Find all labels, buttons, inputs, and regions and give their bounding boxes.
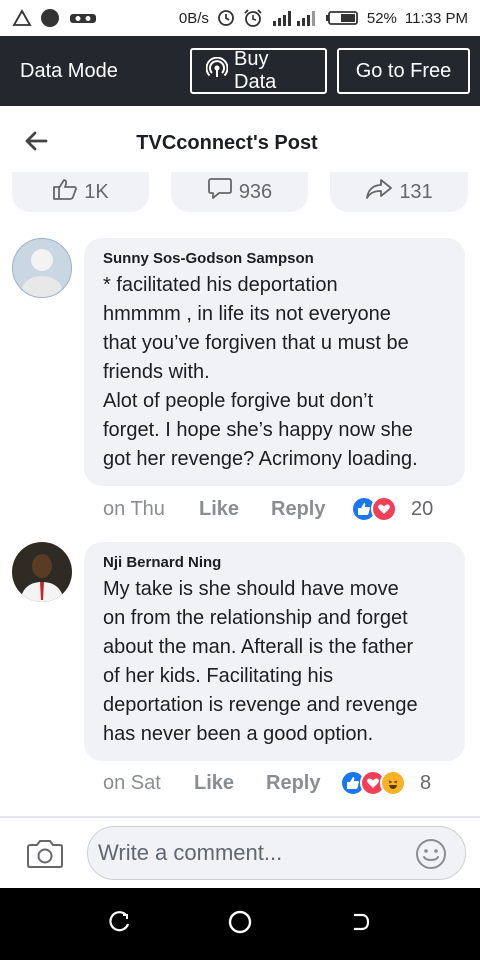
data-saver-icon [217, 9, 235, 27]
home-button[interactable] [220, 904, 260, 944]
battery-icon [325, 10, 359, 26]
like-button[interactable]: Like [199, 498, 271, 521]
page-title: TVCconnect's Post [136, 132, 318, 154]
comment-time[interactable]: on Sat [103, 772, 194, 795]
comment-input[interactable]: Write a comment... [87, 826, 466, 880]
camera-button[interactable] [26, 838, 64, 870]
recent-apps-icon [108, 910, 132, 939]
back-nav-button[interactable] [340, 904, 380, 944]
comment-actions: on Thu Like Reply 20 [103, 494, 433, 524]
go-to-free-button[interactable]: Go to Free [337, 48, 470, 94]
alarm-icon [243, 8, 263, 28]
recent-apps-button[interactable] [100, 904, 140, 944]
network-speed: 0B/s [178, 9, 209, 27]
post-stats: 1K 936 131 [0, 172, 480, 214]
battery-percent: 52% [366, 9, 397, 27]
smiley-icon [415, 839, 447, 874]
buy-data-button[interactable]: Buy Data [190, 48, 327, 94]
home-circle-icon [227, 909, 253, 940]
camera-icon [26, 840, 64, 874]
back-nav-icon [348, 910, 372, 939]
comment-text: My take is she should have move on from … [103, 578, 418, 745]
warning-icon [12, 9, 32, 27]
comment-composer: Write a comment... [0, 818, 480, 888]
broadcast-icon [205, 56, 229, 85]
system-nav-bar [0, 888, 480, 960]
reactions-summary[interactable] [351, 496, 397, 522]
comment-author[interactable]: Sunny Sos-Godson Sampson [103, 250, 449, 267]
haha-reaction-icon [380, 770, 406, 796]
comment-bubble: Nji Bernard Ning My take is she should h… [84, 542, 465, 761]
buy-data-label: Buy Data [234, 48, 277, 93]
reaction-count: 20 [411, 497, 434, 520]
comment-author[interactable]: Nji Bernard Ning [103, 554, 449, 571]
comment-bubble-icon [207, 177, 233, 207]
love-reaction-icon [371, 496, 397, 522]
app-notification-icon [40, 8, 60, 28]
post-header: TVCconnect's Post [0, 106, 480, 180]
clock: 11:33 PM [404, 9, 468, 27]
go-to-free-label: Go to Free [355, 59, 452, 82]
comments-count: 936 [238, 180, 273, 203]
vr-headset-icon [68, 10, 98, 26]
status-bar: 0B/s 52% 11:33 PM [0, 0, 480, 36]
data-mode-bar: Data Mode Buy Data Go to Free [0, 36, 480, 106]
reply-button[interactable]: Reply [271, 498, 351, 521]
signal-strength-icon [271, 9, 317, 27]
share-arrow-icon [365, 178, 393, 206]
like-button[interactable]: Like [194, 772, 266, 795]
likes-count: 1K [84, 180, 109, 203]
shares-stat[interactable]: 131 [330, 172, 468, 212]
shares-count: 131 [399, 180, 433, 203]
comment-time[interactable]: on Thu [103, 498, 199, 521]
comments-stat[interactable]: 936 [171, 172, 308, 212]
thumbs-up-icon [52, 178, 78, 206]
avatar[interactable] [12, 238, 72, 298]
reply-button[interactable]: Reply [266, 772, 340, 795]
avatar[interactable] [12, 542, 72, 602]
comment-actions: on Sat Like Reply 8 [103, 768, 431, 798]
reaction-count: 8 [420, 771, 432, 794]
comment-bubble: Sunny Sos-Godson Sampson * facilitated h… [84, 238, 465, 486]
data-mode-label: Data Mode [20, 59, 118, 82]
comment-text: * facilitated his deportation hmmmm , in… [103, 274, 418, 470]
reactions-summary[interactable] [340, 770, 406, 796]
likes-stat[interactable]: 1K [12, 172, 149, 212]
emoji-button[interactable] [415, 838, 447, 870]
